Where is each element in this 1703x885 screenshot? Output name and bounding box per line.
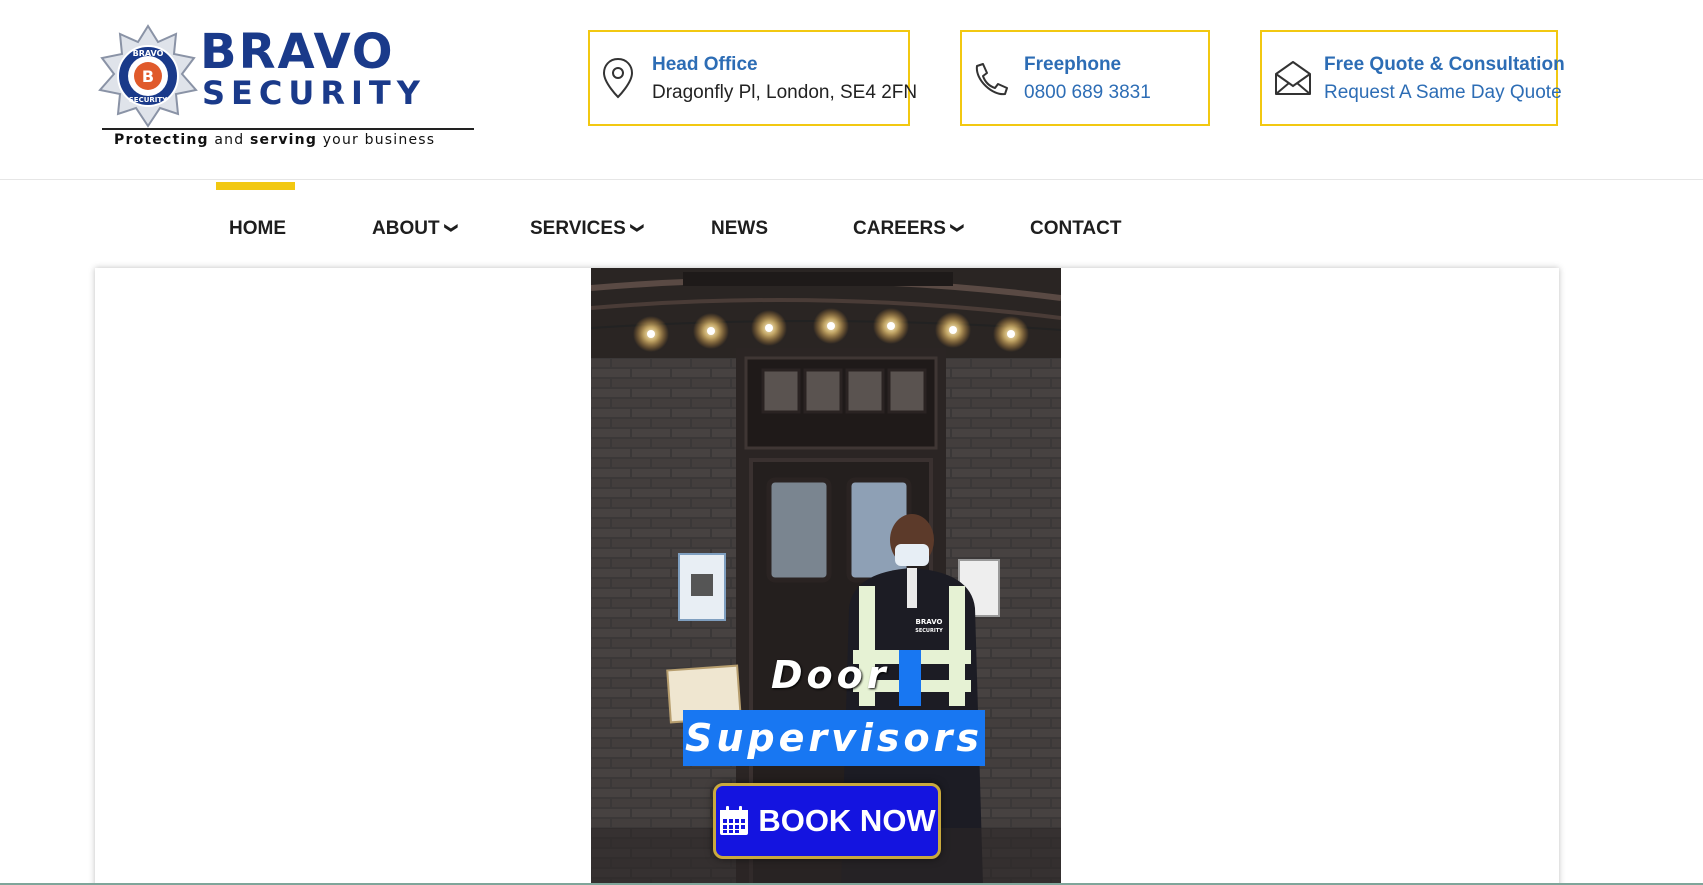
page: B BRAVO SECURITY BRAVO SECURITY Protecti… — [0, 0, 1703, 885]
nav-item-contact-label: CONTACT — [1030, 218, 1122, 239]
nav-item-careers[interactable]: CAREERS ❯ — [853, 218, 966, 240]
quote-link[interactable]: Request A Same Day Quote — [1324, 82, 1562, 104]
nav-item-home-label: HOME — [229, 218, 286, 239]
logo-title: BRAVO — [200, 24, 395, 80]
chevron-down-icon: ❯ — [630, 222, 646, 234]
nav-item-contact[interactable]: CONTACT — [1030, 218, 1121, 240]
vest-text-bravo: BRAVO — [916, 618, 943, 626]
site-header: B BRAVO SECURITY BRAVO SECURITY Protecti… — [0, 0, 1703, 180]
nav-item-services[interactable]: SERVICES ❯ — [530, 218, 646, 240]
freephone-title: Freephone — [1024, 54, 1122, 75]
location-pin-icon — [602, 57, 634, 99]
nav-item-careers-label: CAREERS — [853, 218, 946, 239]
tagline-word-4: your business — [317, 132, 436, 148]
logo-tagline: Protecting and serving your business — [114, 132, 435, 148]
hero-video[interactable]: BRAVO SECURITY Door Supervisors BOOK NOW — [591, 268, 1061, 885]
hero-caption-line1: Door — [771, 653, 890, 697]
badge-top-text: BRAVO — [133, 49, 164, 58]
badge-bottom-text: SECURITY — [129, 96, 168, 104]
text-cursor — [899, 650, 921, 706]
site-logo[interactable]: B BRAVO SECURITY BRAVO SECURITY Protecti… — [96, 22, 476, 152]
badge-letter: B — [142, 67, 154, 86]
quote-title: Free Quote & Consultation — [1324, 54, 1565, 75]
head-office-title: Head Office — [652, 54, 758, 75]
head-office-box[interactable]: Head Office Dragonfly Pl, London, SE4 2F… — [588, 30, 917, 126]
head-office-address: Dragonfly Pl, London, SE4 2FN — [652, 82, 918, 103]
tagline-word-1: Protecting — [114, 132, 209, 148]
logo-subtitle: SECURITY — [202, 74, 426, 112]
nav-item-home[interactable]: HOME — [229, 218, 286, 240]
book-now-label: BOOK NOW — [758, 803, 936, 838]
vest-text-security: SECURITY — [915, 628, 943, 634]
book-now-button[interactable]: BOOK NOW — [713, 783, 941, 859]
nav-active-indicator — [216, 182, 295, 190]
nav-item-news-label: NEWS — [711, 218, 768, 239]
chevron-down-icon: ❯ — [950, 222, 966, 234]
nav-item-news[interactable]: NEWS — [711, 218, 768, 240]
freephone-box[interactable]: Freephone 0800 689 3831 — [960, 30, 1210, 126]
phone-icon — [975, 63, 1008, 96]
chevron-down-icon: ❯ — [444, 222, 460, 234]
envelope-icon — [1275, 61, 1311, 95]
freephone-number[interactable]: 0800 689 3831 — [1024, 82, 1151, 104]
nav-item-about-label: ABOUT — [372, 218, 440, 239]
tagline-word-2: and — [208, 132, 250, 148]
calendar-icon — [720, 806, 749, 835]
nav-item-services-label: SERVICES — [530, 218, 626, 239]
hero-caption-line2: Supervisors — [683, 710, 986, 766]
security-badge-icon: B BRAVO SECURITY — [98, 24, 198, 128]
quote-box[interactable]: Free Quote & Consultation Request A Same… — [1260, 30, 1565, 126]
main-nav: HOME ABOUT ❯ SERVICES ❯ NEWS CAREERS ❯ CONT… — [0, 182, 1703, 248]
tagline-word-3: serving — [250, 132, 318, 148]
logo-divider — [102, 128, 474, 130]
nav-item-about[interactable]: ABOUT ❯ — [372, 218, 460, 240]
